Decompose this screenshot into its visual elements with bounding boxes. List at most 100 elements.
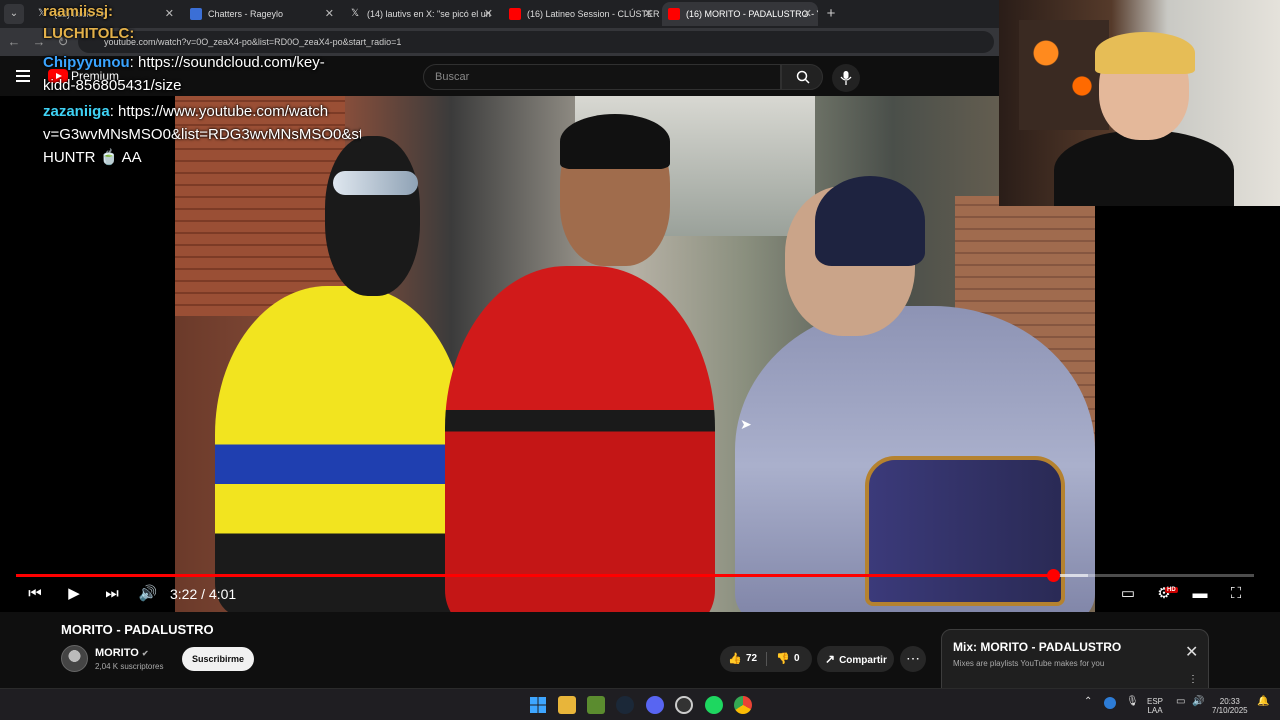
speaker-icon[interactable]: 🔊 xyxy=(1192,697,1204,707)
clock-date: 7/10/2025 xyxy=(1212,706,1248,715)
divider xyxy=(766,652,767,666)
search-input[interactable]: Buscar xyxy=(423,64,781,90)
spotify-icon[interactable] xyxy=(705,696,723,714)
new-tab-button[interactable]: + xyxy=(821,4,841,24)
mix-playlist-panel: Mix: MORITO - PADALUSTRO Mixes are playl… xyxy=(941,629,1209,689)
chrome-icon[interactable] xyxy=(734,696,752,714)
verified-icon: ✔ xyxy=(141,649,149,658)
notifications-icon[interactable]: 🔔 xyxy=(1257,697,1269,707)
menu-icon[interactable] xyxy=(16,70,30,82)
close-icon[interactable]: ✕ xyxy=(1185,645,1198,661)
chat-text: : https://soundcloud.com/key- xyxy=(129,54,325,71)
time-display: 3:22 / 4:01 xyxy=(170,586,237,602)
chat-message: raamiissj: xyxy=(43,0,113,24)
like-icon[interactable]: 👍 xyxy=(728,646,742,672)
like-count[interactable]: 72 xyxy=(746,646,757,672)
page-icon xyxy=(190,8,202,20)
minecraft-icon[interactable] xyxy=(587,696,605,714)
play-icon[interactable]: ▶ xyxy=(64,584,84,604)
more-actions-button[interactable]: ⋯ xyxy=(900,646,926,672)
chat-message: LUCHITOLC: xyxy=(43,22,134,46)
tab-title: (14) lautivs en X: "se picó el un xyxy=(367,9,491,19)
mouse-cursor-icon: ➤ xyxy=(740,416,752,432)
hd-badge: HD xyxy=(1165,587,1178,593)
chat-username: zazaniiga xyxy=(43,103,110,120)
close-icon[interactable]: ✕ xyxy=(484,2,493,26)
channel-name[interactable]: MORITO ✔ xyxy=(95,647,149,659)
chat-text: v=G3wvMNsMSO0&list=RDG3wvMNsMSO0&st xyxy=(43,126,361,143)
close-icon[interactable]: ✕ xyxy=(644,2,653,26)
youtube-icon xyxy=(668,8,680,20)
chat-text: HUNTR 🍵 AA xyxy=(43,149,142,166)
clock-time: 20:33 xyxy=(1219,697,1240,706)
x-logo-icon: 𝕏 xyxy=(350,8,360,19)
file-explorer-icon[interactable] xyxy=(558,696,576,714)
dislike-count[interactable]: 0 xyxy=(794,646,800,672)
previous-icon[interactable]: ⏮ xyxy=(26,584,44,604)
channel-name-text: MORITO xyxy=(95,647,139,659)
obs-icon[interactable] xyxy=(675,696,693,714)
search-icon xyxy=(796,70,810,84)
steam-icon[interactable] xyxy=(616,696,634,714)
chat-text: kidd-856805431/size xyxy=(43,77,182,94)
dislike-icon[interactable]: 👎 xyxy=(776,646,790,672)
video-title: MORITO - PADALUSTRO xyxy=(61,622,214,637)
theater-mode-icon[interactable]: ▬ xyxy=(1190,584,1210,604)
search-button[interactable] xyxy=(781,64,823,90)
browser-tab[interactable]: 𝕏 (14) lautivs en X: "se picó el un ✕ xyxy=(343,2,499,26)
close-icon[interactable]: ✕ xyxy=(325,2,334,26)
mix-subtitle: Mixes are playlists YouTube makes for yo… xyxy=(953,659,1105,668)
keyboard-layout: LAA xyxy=(1147,706,1163,715)
microphone-tray-icon[interactable]: 🎙 xyxy=(1126,697,1139,707)
clock[interactable]: 20:33 7/10/2025 xyxy=(1212,697,1248,715)
language-code: ESP xyxy=(1147,697,1164,706)
youtube-icon xyxy=(509,8,521,20)
discord-icon[interactable] xyxy=(646,696,664,714)
volume-icon[interactable]: 🔊 xyxy=(138,584,158,604)
tab-title: Chatters - Rageylo xyxy=(208,9,284,19)
tab-title: (16) MORITO - PADALUSTRO - Y xyxy=(686,9,818,19)
subtitles-icon[interactable]: ▭ xyxy=(1118,584,1138,604)
chat-message: Chipyyunou: https://soundcloud.com/key- xyxy=(43,51,325,75)
browser-tab[interactable]: Chatters - Rageylo ✕ xyxy=(184,2,340,26)
tab-search-icon[interactable]: ⌄ xyxy=(4,4,24,24)
subscribe-button[interactable]: Suscribirme xyxy=(182,647,254,671)
mix-title[interactable]: Mix: MORITO - PADALUSTRO xyxy=(953,640,1121,654)
windows-start-icon[interactable] xyxy=(529,696,547,714)
share-label: Compartir xyxy=(839,655,887,666)
more-vert-icon[interactable]: ⋮ xyxy=(1188,674,1198,685)
channel-avatar[interactable] xyxy=(61,645,88,672)
streamer-webcam xyxy=(999,0,1280,206)
like-dislike-group: 👍 72 👎 0 xyxy=(720,646,812,672)
security-icon[interactable] xyxy=(1104,697,1116,709)
subscriber-count: 2,04 K suscriptores xyxy=(95,662,164,671)
share-button[interactable]: ↗ Compartir xyxy=(817,646,894,672)
progress-bar[interactable] xyxy=(16,569,1254,582)
back-icon[interactable]: ← xyxy=(5,33,23,51)
close-icon[interactable]: ✕ xyxy=(803,2,812,26)
share-icon: ↗ xyxy=(825,652,836,666)
chat-text: : https://www.youtube.com/watch xyxy=(109,103,329,120)
microphone-icon xyxy=(840,71,852,85)
address-bar[interactable]: youtube.com/watch?v=0O_zeaX4-po&list=RD0… xyxy=(78,31,994,53)
chat-username: LUCHITOLC: xyxy=(43,25,135,42)
chat-username: Chipyyunou xyxy=(43,54,130,71)
video-frame[interactable]: ➤ xyxy=(175,96,1095,612)
person-red-jacket xyxy=(445,266,715,612)
chat-message: HUNTR 🍵 AA xyxy=(43,146,142,170)
chat-message: kidd-856805431/size xyxy=(43,74,181,98)
voice-search-button[interactable] xyxy=(832,64,860,92)
close-icon[interactable]: ✕ xyxy=(165,2,174,26)
person-yellow-shirt xyxy=(215,286,465,612)
streamer-beanie xyxy=(1095,32,1195,74)
progress-played xyxy=(16,574,1054,577)
language-indicator[interactable]: ESP LAA xyxy=(1147,697,1163,715)
chat-message: v=G3wvMNsMSO0&list=RDG3wvMNsMSO0&st xyxy=(43,123,361,147)
browser-tab-active[interactable]: (16) MORITO - PADALUSTRO - Y ✕ xyxy=(662,2,818,26)
tray-overflow-icon[interactable]: ⌃ xyxy=(1084,697,1092,707)
next-icon[interactable]: ⏭ xyxy=(103,584,121,604)
network-icon[interactable]: ▭ xyxy=(1176,697,1185,707)
handbag xyxy=(865,456,1065,606)
browser-tab[interactable]: (16) Latineo Session - CLÚSTER ✕ xyxy=(503,2,659,26)
fullscreen-icon[interactable]: ⛶ xyxy=(1226,584,1246,604)
